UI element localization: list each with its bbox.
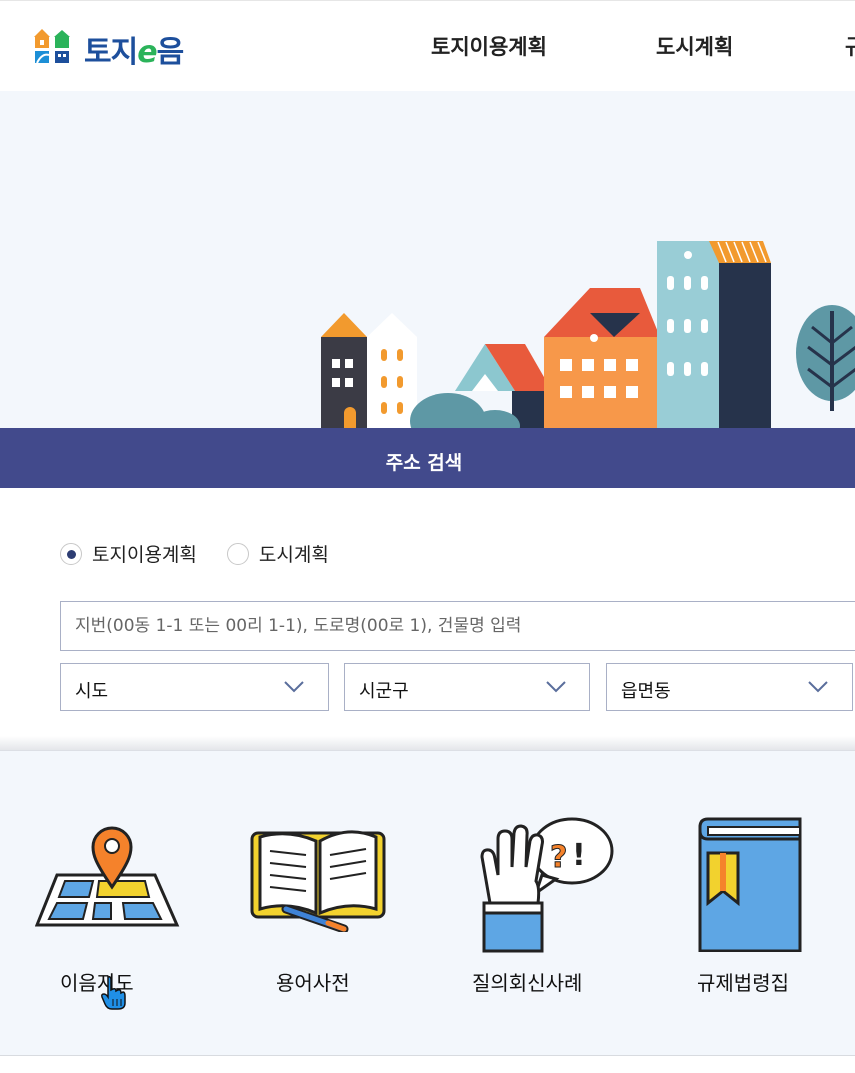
raised-hand-question-icon: ? !: [480, 817, 614, 953]
main-nav: 토지이용계획 도시계획 규: [0, 31, 855, 61]
page-bottom: [0, 1056, 855, 1073]
law-book-icon: [698, 817, 802, 952]
select-value: 시도: [75, 681, 109, 702]
quick-menu: ? ! 이음지도 용어사전 질의회신사례 규제법령집: [0, 750, 855, 1056]
map-pin-icon: [35, 826, 180, 927]
select-value: 시군구: [359, 681, 409, 702]
address-search-panel: 토지이용계획 도시계획 시도 시군구 읍면동: [0, 488, 855, 748]
radio-land-use-plan[interactable]: 토지이용계획: [60, 540, 197, 567]
plan-type-radio-group: 토지이용계획 도시계획: [60, 540, 359, 567]
hand-pointer-cursor-icon: [101, 976, 126, 1010]
site-header: 토지e음 토지이용계획 도시계획 규: [0, 0, 855, 91]
svg-text:!: !: [572, 838, 586, 873]
chevron-down-icon: [546, 681, 566, 693]
svg-text:?: ?: [550, 840, 567, 875]
nav-land-use-plan[interactable]: 토지이용계획: [431, 31, 547, 61]
select-sigungu[interactable]: 시군구: [344, 663, 590, 711]
hero-banner: [0, 91, 855, 428]
quick-menu-label: 용어사전: [276, 971, 350, 995]
select-value: 읍면동: [621, 681, 671, 702]
radio-label: 도시계획: [258, 544, 329, 566]
address-search-input[interactable]: [60, 601, 855, 651]
quick-menu-label: 규제법령집: [697, 971, 789, 995]
address-search-tab-bar: 주소 검색: [0, 428, 855, 488]
select-sido[interactable]: 시도: [60, 663, 329, 711]
nav-regulations[interactable]: 규: [845, 31, 855, 61]
radio-button-unchecked[interactable]: [226, 542, 249, 565]
section-divider: [0, 736, 855, 750]
town-illustration: [321, 241, 855, 428]
nav-urban-plan[interactable]: 도시계획: [656, 31, 733, 61]
quick-menu-label: 질의회신사례: [472, 971, 583, 995]
chevron-down-icon: [284, 681, 304, 693]
radio-urban-plan[interactable]: 도시계획: [226, 540, 329, 567]
select-eupmyeondong[interactable]: 읍면동: [606, 663, 853, 711]
address-search-title[interactable]: 주소 검색: [0, 448, 848, 475]
radio-label: 토지이용계획: [92, 544, 197, 566]
radio-button-checked[interactable]: [60, 542, 82, 565]
chevron-down-icon: [808, 681, 828, 693]
open-book-icon: [250, 830, 386, 932]
